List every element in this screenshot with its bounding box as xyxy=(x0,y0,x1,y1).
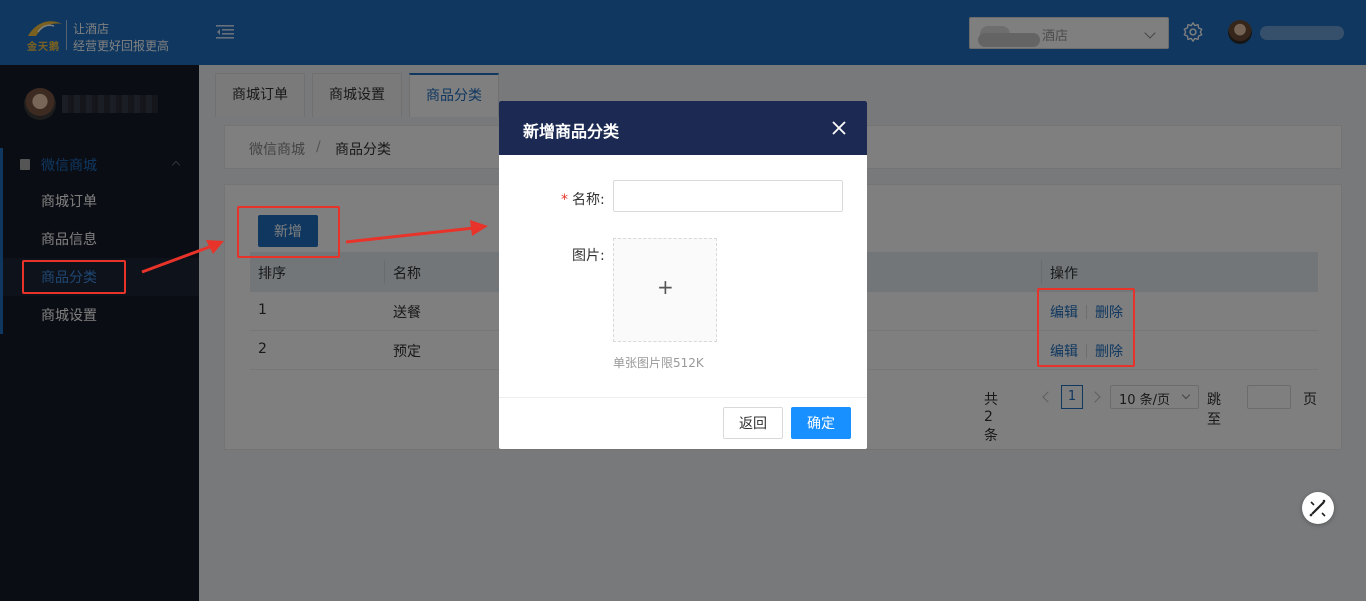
name-label-text: 名称: xyxy=(572,192,605,208)
modal-title: 新增商品分类 xyxy=(523,122,620,141)
upload-hint: 单张图片限512K xyxy=(613,356,704,370)
modal-footer-divider xyxy=(499,397,867,398)
back-button[interactable]: 返回 xyxy=(723,407,783,439)
magic-wand-button[interactable] xyxy=(1302,492,1334,524)
image-label: 图片: xyxy=(572,248,605,264)
name-label: * 名称: xyxy=(561,189,605,209)
category-name-input[interactable] xyxy=(613,180,843,212)
annotation-box-add xyxy=(237,206,340,258)
plus-icon: + xyxy=(657,275,674,299)
magic-wand-icon xyxy=(1309,499,1326,517)
confirm-button[interactable]: 确定 xyxy=(791,407,851,439)
add-category-modal: 新增商品分类 * 名称: 图片: + 单张图片限512K 返回 确定 xyxy=(499,101,867,449)
image-uploader[interactable]: + xyxy=(613,238,717,342)
close-icon[interactable] xyxy=(830,119,848,137)
annotation-box-sidebar xyxy=(22,260,126,294)
annotation-box-actions xyxy=(1037,288,1135,367)
required-mark: * xyxy=(561,192,568,208)
modal-header: 新增商品分类 xyxy=(499,101,867,155)
